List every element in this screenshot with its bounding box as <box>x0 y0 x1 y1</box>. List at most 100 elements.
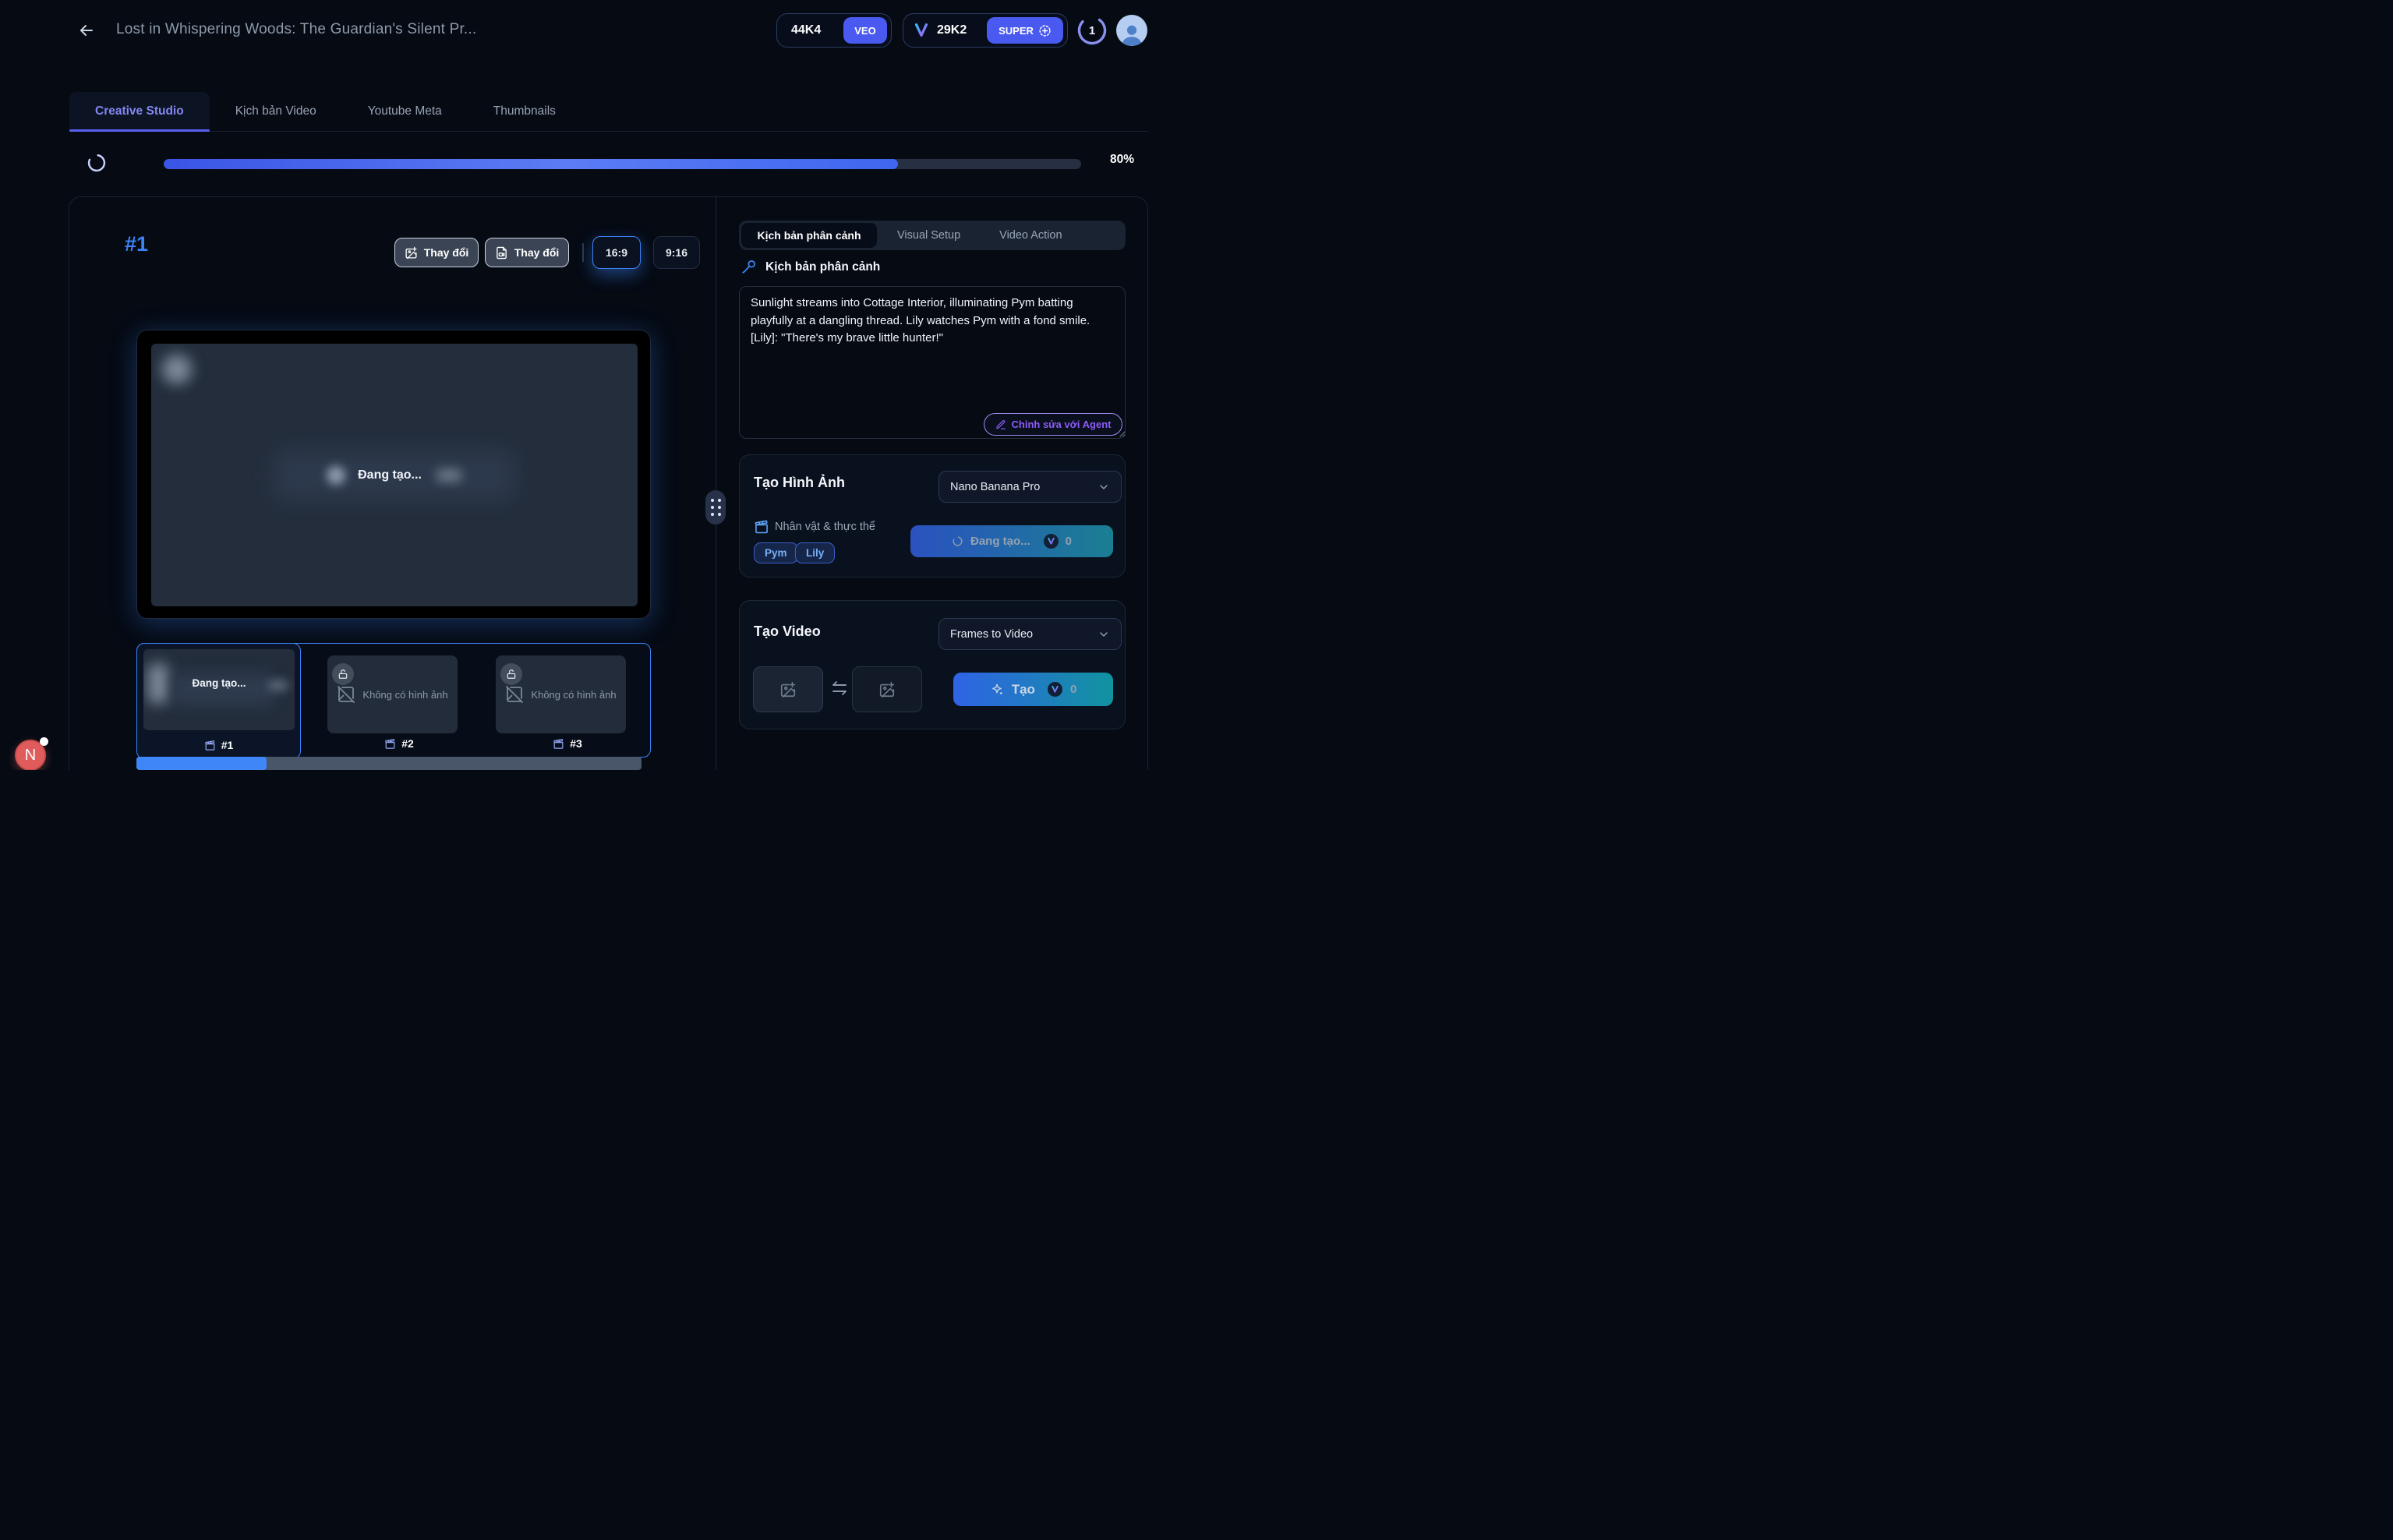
image-model-dropdown[interactable]: Nano Banana Pro <box>938 471 1122 503</box>
thumbnail-1-label: #1 <box>137 739 300 751</box>
thumbnail-3-empty-text: Không có hình ảnh <box>531 689 616 701</box>
chevron-down-icon <box>1098 481 1110 493</box>
unlock-icon <box>332 663 354 685</box>
thumbnail-card-3[interactable]: Không có hình ảnh <box>496 655 626 733</box>
v-logo-icon <box>913 22 930 39</box>
thumbnail-2-id: #2 <box>401 737 414 750</box>
thumbnail-scrollbar-thumb[interactable] <box>136 757 267 770</box>
progress-percent: 80% <box>1095 153 1134 167</box>
video-generation-card: Tạo Video Frames to Video Tạo <box>739 600 1126 729</box>
video-model-value: Frames to Video <box>950 628 1033 641</box>
script-section-heading: Kịch bản phân cảnh <box>765 260 880 274</box>
veo-pill: VEO <box>843 17 887 44</box>
tab-kich-ban-video[interactable]: Kịch bản Video <box>210 92 342 131</box>
video-model-dropdown[interactable]: Frames to Video <box>938 618 1122 650</box>
n-badge-letter: N <box>25 747 36 765</box>
v-coin-icon <box>1048 682 1062 697</box>
back-arrow-icon <box>77 21 96 40</box>
user-avatar[interactable] <box>1116 15 1147 46</box>
v-coin-icon <box>1044 534 1059 549</box>
thumbnail-1-id: #1 <box>221 739 234 751</box>
change-video-button[interactable]: Thay đổi <box>485 238 569 267</box>
loading-side-blur <box>436 469 462 482</box>
video-gen-title: Tạo Video <box>754 623 821 640</box>
video-preview-frame: Đang tạo... <box>136 330 651 619</box>
thumbnail-1-image: Đang tạo... <box>143 649 295 730</box>
notification-count: 1 <box>1076 15 1108 46</box>
thumbnail-3-id: #3 <box>570 737 582 750</box>
clapperboard-icon <box>553 738 564 750</box>
mic-icon <box>741 258 758 275</box>
person-icon <box>1119 21 1145 46</box>
aspect-9-16-button[interactable]: 9:16 <box>653 236 700 269</box>
image-model-value: Nano Banana Pro <box>950 481 1040 493</box>
scene-number: #1 <box>125 232 148 256</box>
panel-tab-visual-setup[interactable]: Visual Setup <box>878 223 979 248</box>
veo-credit-badge[interactable]: 44K4 VEO <box>776 13 892 48</box>
sparkles-icon <box>990 683 1004 697</box>
resize-grip-icon[interactable] <box>1116 428 1126 437</box>
video-preview-screen[interactable]: Đang tạo... <box>151 344 638 606</box>
end-frame-box[interactable] <box>852 666 922 712</box>
main-tab-bar: Creative Studio Kịch bản Video Youtube M… <box>69 92 1148 132</box>
scene-thumbnail-strip: Đang tạo... #1 Không có hình ảnh <box>136 643 651 758</box>
preview-loading-overlay: Đang tạo... <box>151 344 638 606</box>
super-credit-badge[interactable]: 29K2 SUPER <box>903 13 1068 48</box>
notification-ring[interactable]: 1 <box>1076 15 1108 46</box>
aspect-9-16-label: 9:16 <box>666 246 688 259</box>
swap-frames-icon[interactable] <box>830 678 849 698</box>
change-image-button[interactable]: Thay đổi <box>394 238 479 267</box>
back-button[interactable] <box>75 19 98 42</box>
change-image-label: Thay đổi <box>424 246 469 259</box>
image-generation-card: Tạo Hình Ảnh Nano Banana Pro Nhân vật & … <box>739 454 1126 578</box>
start-frame-box[interactable] <box>753 666 823 712</box>
image-plus-icon <box>878 681 896 698</box>
progress-fill <box>164 159 898 169</box>
loading-spinner-icon <box>86 152 108 174</box>
thumbnail-2-label: #2 <box>352 737 446 750</box>
image-plus-icon <box>405 246 418 260</box>
veo-credit-amount: 44K4 <box>791 23 821 37</box>
super-pill: SUPER <box>987 17 1063 44</box>
generate-image-label: Đang tạo... <box>970 535 1030 548</box>
entity-tag-pym[interactable]: Pym <box>754 542 798 563</box>
thumbnail-card-2[interactable]: Không có hình ảnh <box>327 655 458 733</box>
plus-circle-icon <box>1038 24 1052 37</box>
thumbnail-2-empty-text: Không có hình ảnh <box>362 689 447 701</box>
generate-image-button[interactable]: Đang tạo... 0 <box>910 525 1113 557</box>
clapperboard-icon <box>204 740 216 751</box>
tab-thumbnails[interactable]: Thumbnails <box>468 92 581 131</box>
loading-spinner-blur <box>327 466 345 485</box>
thumbnail-3-label: #3 <box>521 737 614 750</box>
entity-tag-lily[interactable]: Lily <box>795 542 835 563</box>
divider-drag-handle[interactable] <box>705 490 726 525</box>
image-plus-icon <box>779 681 797 698</box>
entities-label: Nhân vật & thực thể <box>775 521 875 533</box>
panel-tab-script[interactable]: Kịch bản phân cảnh <box>741 223 877 248</box>
clapperboard-icon <box>754 519 769 535</box>
clapperboard-icon <box>384 738 396 750</box>
thumbnail-scrollbar <box>136 757 642 770</box>
edit-with-agent-label: Chỉnh sửa với Agent <box>1012 419 1112 430</box>
preview-status-text: Đang tạo... <box>358 468 422 482</box>
panel-tab-bar: Kịch bản phân cảnh Visual Setup Video Ac… <box>739 221 1126 250</box>
image-off-icon <box>337 685 355 704</box>
aspect-16-9-button[interactable]: 16:9 <box>592 236 641 269</box>
change-video-label: Thay đổi <box>514 246 560 259</box>
thumbnail-card-1[interactable]: Đang tạo... #1 <box>136 643 301 759</box>
panel-tab-video-action[interactable]: Video Action <box>981 223 1080 248</box>
edit-with-agent-button[interactable]: Chỉnh sửa với Agent <box>984 413 1122 436</box>
spinner-icon <box>952 535 963 547</box>
controls-separator <box>582 243 584 262</box>
super-pill-label: SUPER <box>999 25 1034 37</box>
tab-creative-studio[interactable]: Creative Studio <box>69 92 210 131</box>
unlock-icon <box>500 663 522 685</box>
generate-video-button[interactable]: Tạo 0 <box>953 673 1113 706</box>
generate-video-label: Tạo <box>1012 682 1035 698</box>
file-video-icon <box>495 246 508 260</box>
progress-bar <box>164 159 1081 169</box>
tab-youtube-meta[interactable]: Youtube Meta <box>342 92 468 131</box>
n-badge-status-dot <box>40 737 48 746</box>
image-gen-title: Tạo Hình Ảnh <box>754 475 845 491</box>
pencil-icon <box>995 419 1006 430</box>
